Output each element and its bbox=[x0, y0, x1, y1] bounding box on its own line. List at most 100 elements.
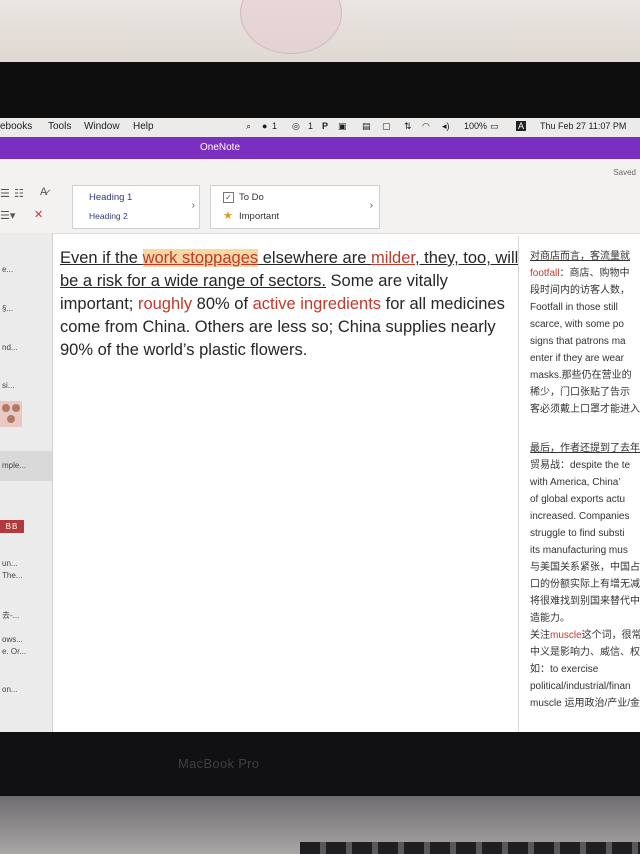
menu-tools[interactable]: Tools bbox=[48, 121, 71, 132]
menu-bar: ebooks Tools Window Help ⌕ ● 1 ◎ 1 P ▣ ▤… bbox=[0, 118, 640, 137]
star-icon: ★ bbox=[223, 210, 233, 222]
screen-bezel-top bbox=[0, 62, 640, 120]
clear-format-icon[interactable]: ✕ bbox=[34, 208, 43, 221]
annotation-line: struggle to find substi bbox=[530, 528, 625, 539]
page-item[interactable]: mple... bbox=[2, 461, 26, 470]
screen-bezel-bottom bbox=[0, 732, 640, 796]
annotation-term: footfall bbox=[530, 268, 560, 279]
annotation-gap bbox=[530, 418, 640, 440]
title-bar: OneNote bbox=[0, 137, 640, 159]
style-heading-1[interactable]: Heading 1 bbox=[89, 192, 132, 203]
paragraph-dropdown-icon[interactable]: ☰▾ bbox=[0, 209, 15, 222]
annotation-line: 将很难找到别国来替代中 bbox=[530, 596, 640, 607]
highlighted-phrase: work stoppages bbox=[142, 249, 259, 267]
parking-icon[interactable]: P bbox=[322, 121, 328, 131]
note-body[interactable]: Even if the work stoppages elsewhere are… bbox=[60, 247, 520, 362]
app-icon[interactable]: ▣ bbox=[338, 121, 347, 132]
screen: ebooks Tools Window Help ⌕ ● 1 ◎ 1 P ▣ ▤… bbox=[0, 118, 640, 732]
annotation-line: its manufacturing mus bbox=[530, 545, 628, 556]
annotation-line: political/industrial/finan bbox=[530, 681, 631, 692]
tag-to-do[interactable]: To Do bbox=[239, 192, 264, 203]
thumbnail-face bbox=[12, 404, 20, 412]
annotation-line: 如：to exercise bbox=[530, 664, 599, 675]
note-text: elsewhere are bbox=[258, 249, 371, 267]
annotation-line: 中义是影响力、威信、权 bbox=[530, 647, 640, 658]
column-divider bbox=[518, 236, 519, 732]
annotation-line: 段时间内的访客人数， bbox=[530, 285, 630, 296]
menu-help[interactable]: Help bbox=[133, 121, 154, 132]
annotation-text: 关注 bbox=[530, 630, 550, 641]
highlighted-phrase: active ingredients bbox=[252, 295, 382, 313]
annotation-line: signs that patrons ma bbox=[530, 336, 626, 347]
bb-logo-icon: BB bbox=[0, 520, 24, 533]
page-item[interactable]: 去-... bbox=[2, 610, 19, 621]
wechat-count: 1 bbox=[308, 121, 314, 131]
style-heading-2[interactable]: Heading 2 bbox=[89, 211, 128, 221]
page-item[interactable]: e... bbox=[2, 265, 13, 274]
page-item[interactable]: ows... bbox=[2, 635, 23, 644]
page-item[interactable]: §... bbox=[2, 304, 13, 313]
checkbox-icon: ✓ bbox=[223, 192, 234, 203]
thumbnail-face bbox=[2, 404, 10, 412]
wifi-icon[interactable]: ◠ bbox=[422, 121, 430, 132]
page-item[interactable]: nd... bbox=[2, 343, 18, 352]
thumbnail-face bbox=[7, 415, 15, 423]
wechat-icon[interactable]: ◎ bbox=[292, 121, 300, 132]
page-item[interactable]: si... bbox=[2, 381, 14, 390]
outdent-icon[interactable]: ☰ bbox=[0, 187, 10, 200]
annotation-text: ：商店、购物中 bbox=[559, 268, 630, 279]
keyboard-keys bbox=[300, 842, 640, 854]
annotation-line: footfall：商店、购物中 bbox=[530, 265, 640, 282]
menu-window[interactable]: Window bbox=[84, 121, 120, 132]
highlighted-word: milder bbox=[370, 249, 415, 267]
chevron-right-icon[interactable]: › bbox=[370, 200, 373, 211]
page-item-preview: e. Or... bbox=[2, 647, 27, 656]
annotation-column[interactable]: 对商店而言，客流量就 footfall：商店、购物中 段时间内的访客人数， Fo… bbox=[530, 248, 640, 712]
search-icon[interactable]: ⌕ bbox=[246, 121, 251, 132]
grid-icon[interactable]: ▤ bbox=[362, 121, 371, 132]
device-label: MacBook Pro bbox=[178, 756, 260, 771]
annotation-line: 对商店而言，客流量就 bbox=[530, 251, 630, 262]
window-title: OneNote bbox=[200, 142, 241, 153]
annotation-text: 这个词，很常 bbox=[581, 630, 640, 641]
page-thumbnail[interactable] bbox=[0, 401, 22, 427]
ribbon: Saved ☰ ☷ A̷ ☰▾ ✕ Heading 1 Heading 2 › … bbox=[0, 159, 640, 234]
annotation-line: 口的份额实际上有增无减 bbox=[530, 579, 640, 590]
volume-icon[interactable]: ◂) bbox=[442, 121, 450, 132]
annotation-line: with America, China’ bbox=[530, 477, 621, 488]
calendar-icon[interactable]: ▢ bbox=[382, 121, 391, 132]
menu-notebooks[interactable]: ebooks bbox=[0, 121, 32, 132]
highlighted-word: roughly bbox=[137, 295, 193, 313]
menu-clock[interactable]: Thu Feb 27 11:07 PM bbox=[540, 121, 626, 131]
annotation-line: 与美国关系紧张，中国占 bbox=[530, 562, 640, 573]
annotation-line: 客必须戴上口罩才能进入 bbox=[530, 404, 640, 415]
tag-important[interactable]: Important bbox=[239, 211, 279, 222]
input-source[interactable]: A bbox=[516, 121, 527, 131]
chevron-right-icon[interactable]: › bbox=[192, 200, 195, 211]
tags-gallery[interactable]: ✓ To Do ★ Important › bbox=[210, 185, 380, 229]
annotation-line: masks.那些仍在营业的 bbox=[530, 370, 632, 381]
annotation-line: Footfall in those still bbox=[530, 302, 618, 313]
annotation-line: 贸易战：despite the te bbox=[530, 460, 631, 471]
note-text: 80% of bbox=[192, 295, 253, 313]
annotation-line: 关注muscle这个词，很常 bbox=[530, 627, 640, 644]
saved-status: Saved bbox=[613, 168, 636, 177]
annotation-line: of global exports actu bbox=[530, 494, 626, 505]
page-list: e... §... nd... si... mple... BB un... T… bbox=[0, 233, 53, 732]
sync-icon[interactable]: ⇅ bbox=[404, 121, 412, 132]
page-item-preview: The... bbox=[2, 571, 23, 580]
battery-icon[interactable]: ▭ bbox=[490, 121, 499, 132]
notification-icon[interactable]: ● bbox=[262, 121, 267, 131]
notification-count: 1 bbox=[272, 121, 278, 131]
annotation-line: 造能力。 bbox=[530, 613, 570, 624]
page-item[interactable]: un... bbox=[2, 559, 18, 568]
battery-percent: 100% bbox=[464, 121, 488, 131]
styles-gallery[interactable]: Heading 1 Heading 2 › bbox=[72, 185, 200, 229]
format-paint-icon[interactable]: A̷ bbox=[40, 186, 47, 198]
annotation-line: 最后，作者还提到了去年 bbox=[530, 443, 640, 454]
annotation-line: 稀少，门口张贴了告示 bbox=[530, 387, 630, 398]
annotation-line: scarce, with some po bbox=[530, 319, 624, 330]
indent-icon[interactable]: ☷ bbox=[14, 187, 24, 200]
page-item[interactable]: on... bbox=[2, 685, 18, 694]
annotation-line: enter if they are wear bbox=[530, 353, 624, 364]
